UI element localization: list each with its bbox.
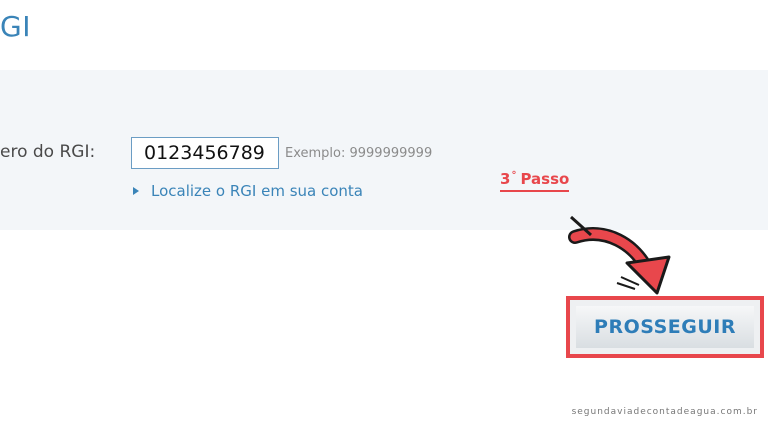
proceed-button[interactable]: PROSSEGUIR: [576, 306, 754, 348]
proceed-highlight-frame: PROSSEGUIR: [566, 296, 764, 358]
triangle-right-icon: [133, 187, 139, 195]
step-degree: °: [511, 170, 517, 181]
rgi-example-hint: Exemplo: 9999999999: [285, 146, 433, 161]
locate-rgi-link[interactable]: Localize o RGI em sua conta: [133, 182, 363, 200]
page-title: GI: [0, 10, 31, 43]
watermark: segundaviadecontadeagua.com.br: [571, 407, 758, 417]
step-number: 3: [500, 170, 511, 188]
rgi-field-label: ero do RGI:: [0, 142, 96, 162]
rgi-input[interactable]: [131, 137, 279, 169]
curved-arrow-icon: [568, 215, 671, 295]
step-annotation: 3° Passo: [500, 170, 570, 192]
step-word: Passo: [520, 170, 570, 188]
locate-rgi-link-label: Localize o RGI em sua conta: [151, 182, 363, 200]
